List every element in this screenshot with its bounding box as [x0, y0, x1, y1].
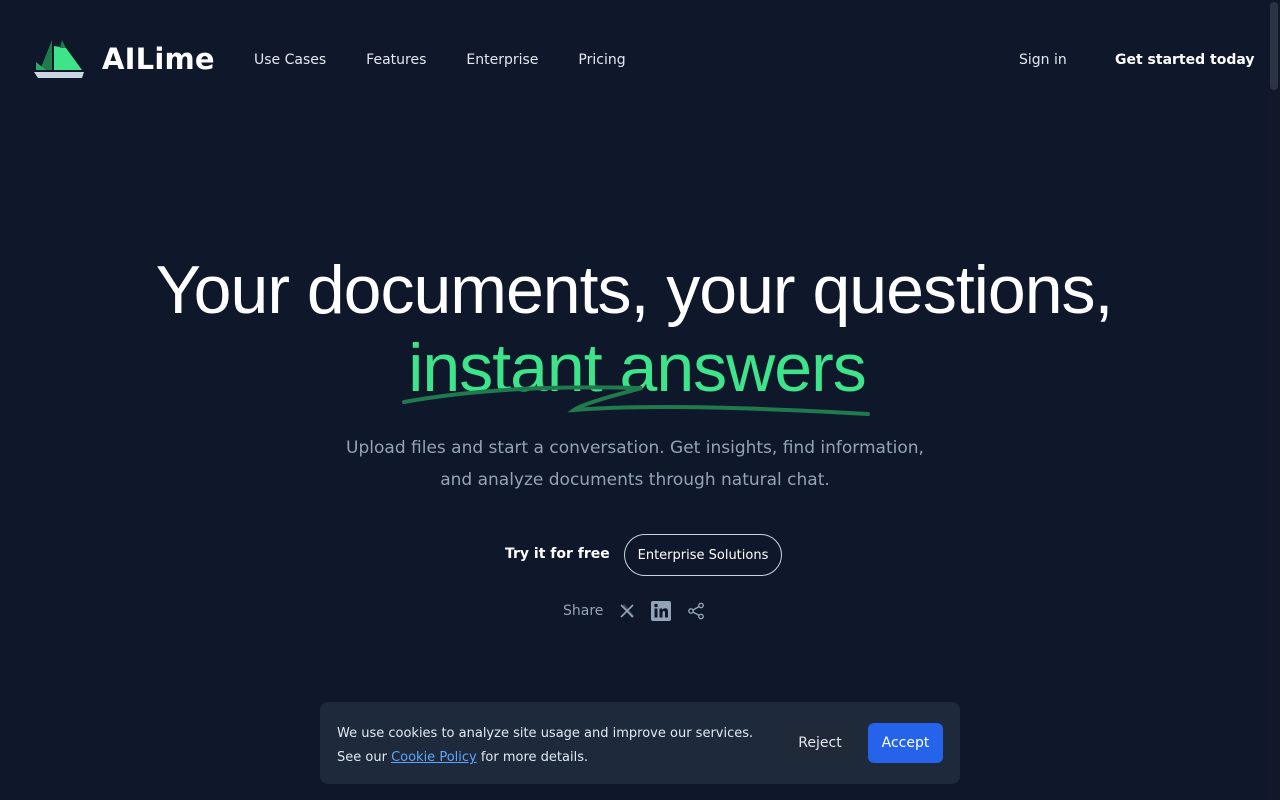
nav-item-use-cases[interactable]: Use Cases	[254, 52, 326, 68]
get-started-button[interactable]: Get started today	[1115, 52, 1255, 68]
underline-squiggle-icon	[402, 385, 871, 416]
scrollbar-thumb[interactable]	[1270, 2, 1278, 90]
reject-button[interactable]: Reject	[785, 723, 855, 763]
hero-subtitle: Upload files and start a conversation. G…	[346, 438, 924, 490]
nav-item-enterprise[interactable]: Enterprise	[466, 52, 538, 68]
main-nav: Use Cases Features Enterprise Pricing	[254, 52, 666, 68]
cookie-text: We use cookies to analyze site usage and…	[337, 722, 777, 770]
cookie-banner: We use cookies to analyze site usage and…	[320, 702, 960, 784]
nav-item-pricing[interactable]: Pricing	[578, 52, 625, 68]
enterprise-solutions-button[interactable]: Enterprise Solutions	[624, 534, 782, 576]
hero-title: Your documents, your questions,	[155, 252, 1114, 328]
logo-link[interactable]: AILime	[32, 38, 215, 80]
nav-item-features[interactable]: Features	[366, 52, 426, 68]
cta-row: Try it for free Enterprise Solutions	[0, 534, 1268, 576]
share-row: Share	[563, 600, 721, 622]
linkedin-icon[interactable]	[651, 601, 672, 621]
share-icon[interactable]	[687, 602, 705, 620]
cookie-policy-link[interactable]: Cookie Policy	[391, 750, 477, 765]
share-label: Share	[563, 603, 604, 619]
try-free-button[interactable]: Try it for free	[505, 546, 610, 562]
accept-button[interactable]: Accept	[868, 723, 943, 763]
x-icon[interactable]	[619, 603, 635, 619]
sign-in-link[interactable]: Sign in	[1019, 52, 1067, 68]
hero-accent-wrap: instant answers	[0, 330, 1268, 416]
landing-page: AILime Use Cases Features Enterprise Pri…	[0, 0, 1280, 800]
scrollbar-track[interactable]	[1268, 0, 1280, 800]
site-header: AILime Use Cases Features Enterprise Pri…	[0, 0, 1268, 122]
brand-name-ai: AI	[102, 42, 136, 76]
cookie-text-after: for more details.	[476, 750, 589, 765]
brand-name: AILime	[102, 42, 215, 76]
hero-accent: instant answers	[402, 330, 871, 416]
brand-name-lime: Lime	[135, 42, 215, 76]
boat-logo-icon	[34, 39, 84, 78]
